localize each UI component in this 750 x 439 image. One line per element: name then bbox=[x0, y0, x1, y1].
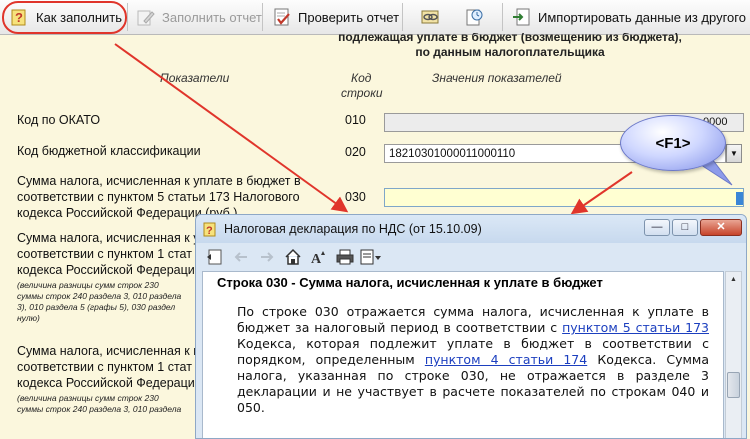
note-line: (величина разницы сумм строк 230 bbox=[17, 393, 159, 403]
help-question-icon: ? bbox=[203, 222, 216, 237]
link-article-173[interactable]: пунктом 5 статьи 173 bbox=[562, 320, 709, 335]
pencil-edit-icon bbox=[137, 10, 155, 26]
help-content: Строка 030 - Сумма налога, исчисленная к… bbox=[202, 271, 724, 438]
help-window-titlebar[interactable]: ? Налоговая декларация по НДС (от 15.10.… bbox=[196, 215, 746, 243]
note-line: суммы строк 240 раздела 3, 010 раздела bbox=[17, 291, 182, 301]
f1-callout-bubble: <F1> bbox=[620, 115, 726, 171]
toggle-contents-button[interactable] bbox=[204, 246, 226, 268]
note-line: 3), 010 раздела 5 (графы 5), 030 раздел bbox=[17, 302, 176, 312]
maximize-button[interactable]: □ bbox=[672, 219, 698, 236]
note-line: нулю) bbox=[17, 313, 40, 323]
font-size-icon: A bbox=[311, 251, 325, 266]
import-data-button[interactable]: Импортировать данные из другого от bbox=[508, 3, 750, 31]
minimize-button[interactable]: — bbox=[644, 219, 670, 236]
arrow-right-icon bbox=[261, 252, 274, 262]
printer-icon bbox=[336, 249, 354, 265]
row-okato-label: Код по ОКАТО bbox=[17, 113, 101, 127]
label-line: кодекса Российской Федераци bbox=[17, 263, 195, 277]
check-report-label: Проверить отчет bbox=[298, 9, 400, 25]
label-line: соответствии с пунктом 1 стат bbox=[17, 247, 192, 261]
f1-callout: <F1> bbox=[620, 115, 738, 187]
help-toolbar: A bbox=[200, 245, 742, 269]
back-button[interactable] bbox=[230, 246, 252, 268]
fill-report-label: Заполнить отчет bbox=[162, 9, 262, 25]
toolbar: ? Как заполнить Заполнить отчет Проверит… bbox=[0, 0, 750, 35]
highlight-ring bbox=[2, 1, 127, 34]
tax-030-field[interactable] bbox=[384, 188, 744, 207]
help-paragraph: По строке 030 отражается сумма налога, и… bbox=[217, 304, 709, 416]
contents-panel-icon bbox=[207, 249, 222, 265]
help-window: ? Налоговая декларация по НДС (от 15.10.… bbox=[195, 214, 747, 439]
toolbar-separator bbox=[402, 3, 403, 31]
row-okato-code: 010 bbox=[345, 113, 366, 127]
clock-document-icon bbox=[466, 9, 483, 26]
row-tax-030-code: 030 bbox=[345, 190, 366, 204]
arrow-left-icon bbox=[234, 252, 247, 262]
label-line: Сумма налога, исчисленная к уплате в бюд… bbox=[17, 174, 301, 188]
minimize-icon: — bbox=[651, 221, 663, 233]
label-line: Сумма налога, исчисленная к в bbox=[17, 344, 200, 358]
toolbar-separator bbox=[502, 3, 503, 31]
label-line: соответствии с пунктом 5 статьи 173 Нало… bbox=[17, 190, 300, 204]
schedule-button[interactable] bbox=[460, 5, 488, 29]
row-tax-040-note: (величина разницы сумм строк 230 суммы с… bbox=[17, 280, 202, 324]
chain-link-icon bbox=[421, 10, 439, 24]
close-icon: ✕ bbox=[716, 221, 726, 233]
font-size-button[interactable]: A bbox=[308, 246, 330, 268]
form-title-top: подлежащая уплате в бюджет (возмещению и… bbox=[338, 33, 682, 44]
row-tax-050-label: Сумма налога, исчисленная к в соответств… bbox=[17, 343, 200, 391]
row-tax-040-label: Сумма налога, исчисленная к у соответств… bbox=[17, 230, 199, 278]
home-button[interactable] bbox=[282, 246, 304, 268]
toolbar-separator bbox=[262, 3, 263, 31]
text-cursor-selection bbox=[736, 192, 743, 205]
label-line: Сумма налога, исчисленная к у bbox=[17, 231, 200, 245]
row-tax-050-note: (величина разницы сумм строк 230 суммы с… bbox=[17, 393, 202, 415]
import-document-icon bbox=[513, 8, 530, 26]
maximize-icon: □ bbox=[681, 221, 689, 233]
check-document-icon bbox=[274, 8, 290, 26]
row-kbk-code: 020 bbox=[345, 145, 366, 159]
options-menu-icon bbox=[360, 249, 381, 265]
help-heading: Строка 030 - Сумма налога, исчисленная к… bbox=[217, 275, 603, 290]
link-document-button[interactable] bbox=[416, 5, 444, 29]
note-line: (величина разницы сумм строк 230 bbox=[17, 280, 159, 290]
column-header-indicators: Показатели bbox=[160, 71, 230, 85]
column-header-code: Код bbox=[351, 71, 372, 85]
close-button[interactable]: ✕ bbox=[700, 219, 742, 236]
fill-report-button[interactable]: Заполнить отчет bbox=[132, 3, 266, 31]
column-header-code-line2: строки bbox=[341, 86, 383, 100]
note-line: суммы строк 240 раздела 3, 010 раздела bbox=[17, 404, 182, 414]
label-line: соответствии с пунктом 1 стат bbox=[17, 360, 192, 374]
svg-text:A: A bbox=[311, 252, 322, 266]
column-header-values: Значения показателей bbox=[432, 71, 562, 85]
toolbar-separator bbox=[127, 3, 128, 31]
help-window-title: Налоговая декларация по НДС (от 15.10.09… bbox=[224, 222, 482, 236]
form-title: подлежащая уплате в бюджет (возмещению и… bbox=[300, 33, 720, 59]
help-scrollbar[interactable]: ▲ bbox=[725, 271, 742, 438]
scroll-thumb[interactable] bbox=[727, 372, 740, 398]
options-button[interactable] bbox=[360, 246, 382, 268]
row-kbk-label: Код бюджетной классификации bbox=[17, 144, 201, 158]
print-button[interactable] bbox=[334, 246, 356, 268]
svg-text:?: ? bbox=[206, 225, 213, 237]
form-title-bottom: по данным налогоплательщика bbox=[415, 45, 605, 59]
scroll-up-button[interactable]: ▲ bbox=[726, 272, 741, 287]
forward-button[interactable] bbox=[256, 246, 278, 268]
chevron-up-icon: ▲ bbox=[730, 276, 737, 283]
import-data-label: Импортировать данные из другого от bbox=[538, 9, 750, 25]
link-article-174[interactable]: пунктом 4 статьи 174 bbox=[425, 352, 587, 367]
check-report-button[interactable]: Проверить отчет bbox=[268, 3, 403, 31]
home-icon bbox=[285, 248, 301, 265]
label-line: кодекса Российской Федераци bbox=[17, 376, 195, 390]
